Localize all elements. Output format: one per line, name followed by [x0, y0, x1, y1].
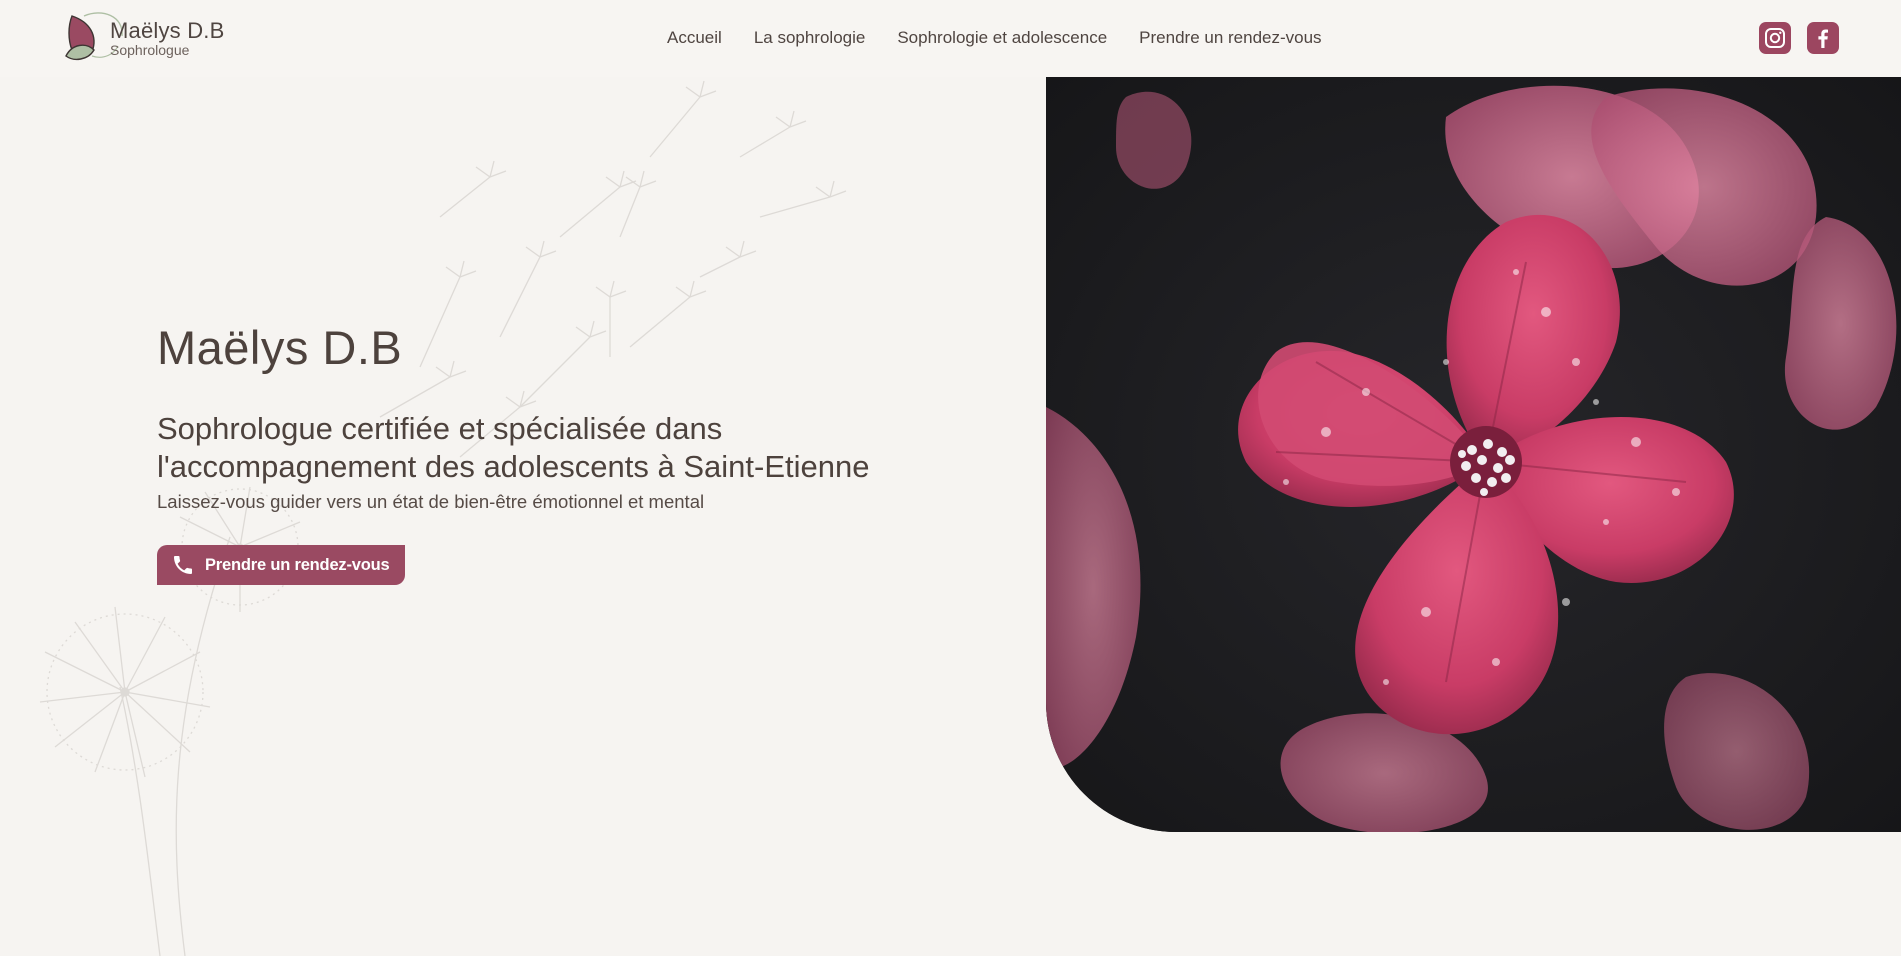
pink-flower-illustration — [1046, 77, 1901, 832]
logo-title: Maëlys D.B — [110, 18, 225, 43]
dandelion-background-illustration — [39, 80, 847, 956]
nav-item-accueil[interactable]: Accueil — [667, 28, 722, 48]
hero-flower-image — [1046, 77, 1901, 832]
book-appointment-button[interactable]: Prendre un rendez-vous — [157, 545, 405, 585]
social-links — [1759, 22, 1839, 54]
phone-icon — [174, 556, 192, 574]
main-nav: Accueil La sophrologie Sophrologie et ad… — [667, 28, 1322, 48]
hero-title: Maëlys D.B — [157, 321, 403, 374]
hero-tagline: Laissez-vous guider vers un état de bien… — [157, 491, 705, 512]
facebook-icon — [1818, 29, 1828, 48]
instagram-icon — [1765, 28, 1785, 48]
nav-item-sophrologie-adolescence[interactable]: Sophrologie et adolescence — [897, 28, 1107, 48]
nav-item-la-sophrologie[interactable]: La sophrologie — [754, 28, 866, 48]
book-appointment-label: Prendre un rendez-vous — [205, 555, 390, 574]
facebook-link[interactable] — [1807, 22, 1839, 54]
site-header: Maëlys D.B Sophrologue Accueil La sophro… — [0, 0, 1901, 77]
hero-subtitle: Sophrologue certifiée et spécialisée dan… — [157, 411, 870, 484]
nav-item-prendre-rendez-vous[interactable]: Prendre un rendez-vous — [1139, 28, 1321, 48]
logo-link[interactable]: Maëlys D.B Sophrologue — [62, 10, 242, 66]
logo-subtitle: Sophrologue — [110, 42, 190, 58]
instagram-link[interactable] — [1759, 22, 1791, 54]
